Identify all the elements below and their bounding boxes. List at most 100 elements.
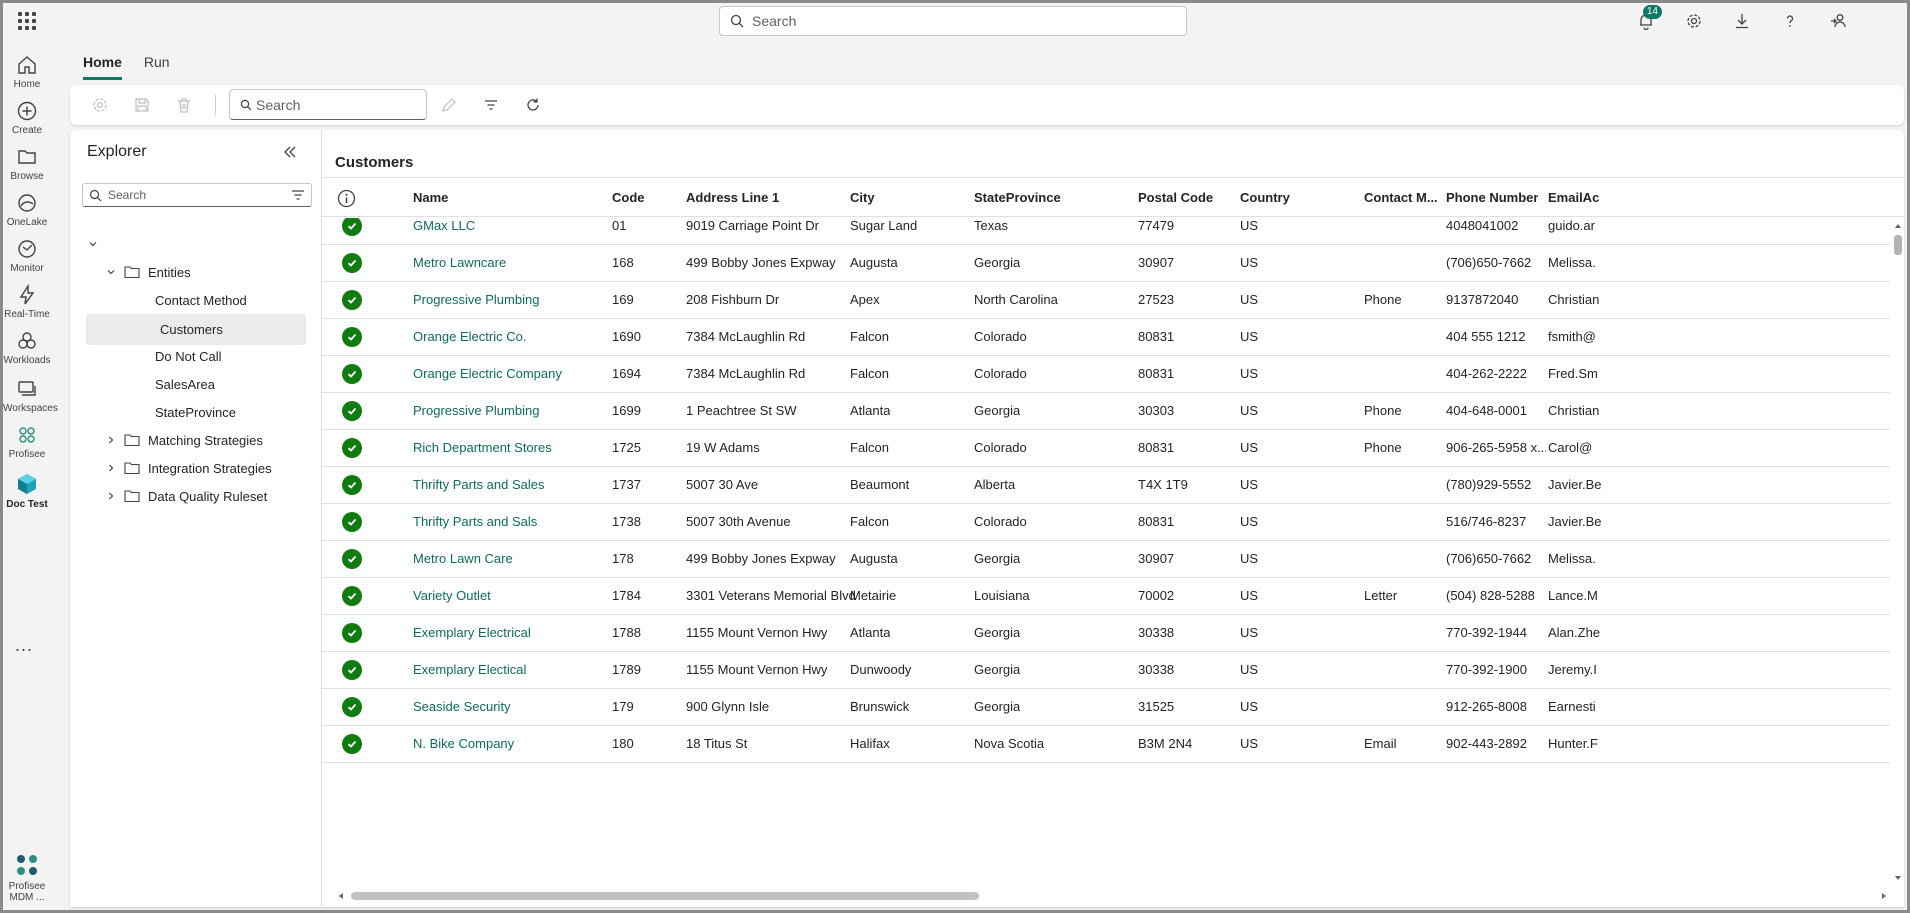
rail-item-workloads[interactable]: Workloads	[3, 330, 51, 366]
rail-item-home[interactable]: Home	[3, 54, 51, 90]
notifications-button[interactable]: 14	[1632, 5, 1662, 34]
download-button[interactable]	[1728, 8, 1756, 34]
save-button[interactable]	[131, 94, 153, 116]
cell-stateprovince: Nova Scotia	[974, 736, 1045, 751]
rail-item-profisee-mdm[interactable]: Profisee MDM ...	[3, 852, 51, 903]
cell-name[interactable]: Metro Lawncare	[413, 255, 506, 270]
column-header-address-line-1[interactable]: Address Line 1	[686, 190, 779, 205]
status-check-icon	[342, 475, 362, 495]
table-row[interactable]: Variety Outlet 1784 3301 Veterans Memorial…	[322, 578, 1890, 615]
refresh-button[interactable]	[522, 94, 544, 116]
cell-stateprovince: Colorado	[974, 329, 1027, 344]
tree-item-data-quality-ruleset[interactable]: Data Quality Ruleset	[82, 480, 310, 512]
settings-button[interactable]	[1680, 8, 1708, 34]
rail-item-monitor[interactable]: Monitor	[3, 238, 51, 274]
cell-address: 9019 Carriage Point Dr	[686, 218, 819, 233]
tree-item-contact-method[interactable]: Contact Method	[82, 284, 310, 316]
vertical-scrollbar[interactable]	[1892, 222, 1904, 882]
tab-home[interactable]: Home	[83, 54, 122, 80]
cell-postal-code: 30338	[1138, 625, 1175, 640]
table-row[interactable]: Orange Electric Company 1694 7384 McLaughl…	[322, 356, 1890, 393]
table-row[interactable]: Progressive Plumbing 169 208 Fishburn Dr Ap…	[322, 282, 1890, 319]
cell-phone: 4048041002	[1446, 218, 1519, 233]
scroll-right-icon	[1882, 893, 1886, 899]
cell-stateprovince: Colorado	[974, 440, 1027, 455]
share-feedback-button[interactable]	[1824, 8, 1852, 34]
toolbar	[70, 85, 1904, 125]
column-header-email-address[interactable]: EmailAc	[1548, 190, 1608, 205]
rail-item-onelake[interactable]: OneLake	[3, 192, 51, 228]
table-row[interactable]: Orange Electric Co. 1690 7384 McLaughlin R…	[322, 319, 1890, 356]
cell-name[interactable]: GMax LLC	[413, 218, 475, 233]
cell-name[interactable]: Orange Electric Co.	[413, 329, 526, 344]
column-header-phone-number[interactable]: Phone Number	[1446, 190, 1538, 205]
explorer-search-input[interactable]	[108, 188, 278, 202]
toolbar-search-box[interactable]	[229, 89, 427, 120]
cell-name[interactable]: Variety Outlet	[413, 588, 491, 603]
table-row[interactable]: Thrifty Parts and Sals 1738 5007 30th Aven…	[322, 504, 1890, 541]
horizontal-scrollbar[interactable]	[335, 888, 1891, 902]
app-launcher-icon[interactable]	[16, 10, 38, 32]
explorer-filter-button[interactable]	[291, 189, 305, 204]
cell-email: Hunter.F	[1548, 736, 1598, 751]
table-row[interactable]: Progressive Plumbing 1699 1 Peachtree St S…	[322, 393, 1890, 430]
tab-run[interactable]: Run	[144, 54, 170, 80]
rail-item-doc-test[interactable]: Doc Test	[3, 472, 51, 510]
table-row[interactable]: GMax LLC 01 9019 Carriage Point Dr Sugar La…	[322, 218, 1890, 245]
cell-country: US	[1240, 699, 1259, 714]
cell-name[interactable]: Exemplary Electrical	[413, 625, 531, 640]
cell-name[interactable]: Exemplary Electical	[413, 662, 526, 677]
cell-name[interactable]: Progressive Plumbing	[413, 292, 539, 307]
column-header-city[interactable]: City	[850, 190, 875, 205]
column-header-contact-method[interactable]: Contact M...	[1364, 190, 1438, 205]
rail-item-profisee[interactable]: Profisee	[3, 424, 51, 460]
rail-item-real-time[interactable]: Real-Time	[3, 284, 51, 320]
table-row[interactable]: N. Bike Company 180 18 Titus St Halifax Nova…	[322, 726, 1890, 763]
cell-name[interactable]: N. Bike Company	[413, 736, 514, 751]
column-header-postal-code[interactable]: Postal Code	[1138, 190, 1213, 205]
table-row[interactable]: Seaside Security 179 900 Glynn Isle Brunswi…	[322, 689, 1890, 726]
cell-name[interactable]: Rich Department Stores	[413, 440, 552, 455]
cell-city: Augusta	[850, 255, 898, 270]
global-search-input[interactable]	[752, 13, 1152, 29]
delete-button[interactable]	[173, 94, 195, 116]
cell-name[interactable]: Thrifty Parts and Sals	[413, 514, 537, 529]
info-icon[interactable]	[337, 189, 356, 211]
table-row[interactable]: Rich Department Stores 1725 19 W Adams Falc…	[322, 430, 1890, 467]
cell-name[interactable]: Thrifty Parts and Sales	[413, 477, 545, 492]
explorer-search-box[interactable]	[82, 183, 312, 207]
cell-city: Dunwoody	[850, 662, 912, 677]
toolbar-search-input[interactable]	[256, 96, 416, 113]
horizontal-scroll-thumb[interactable]	[351, 892, 979, 900]
filter-button[interactable]	[480, 94, 502, 116]
column-header-name[interactable]: Name	[413, 190, 448, 205]
filter-icon	[292, 190, 304, 200]
collapse-explorer-button[interactable]	[282, 144, 298, 163]
cell-name[interactable]: Orange Electric Company	[413, 366, 562, 381]
more-icon[interactable]: ...	[15, 635, 33, 656]
global-search-box[interactable]	[719, 6, 1187, 36]
rail-item-browse[interactable]: Browse	[3, 146, 51, 182]
table-row[interactable]: Metro Lawn Care 178 499 Bobby Jones Expway…	[322, 541, 1890, 578]
rail-item-workspaces[interactable]: Workspaces	[3, 378, 58, 414]
column-header-stateprovince[interactable]: StateProvince	[974, 190, 1061, 205]
table-row[interactable]: Thrifty Parts and Sales 1737 5007 30 Ave Be…	[322, 467, 1890, 504]
cell-name[interactable]: Progressive Plumbing	[413, 403, 539, 418]
column-header-country[interactable]: Country	[1240, 190, 1290, 205]
rail-label: Profisee	[8, 881, 46, 892]
edit-button[interactable]	[438, 94, 460, 116]
settings-toolbar-button[interactable]	[89, 94, 111, 116]
table-row[interactable]: Exemplary Electical 1789 1155 Mount Vernon…	[322, 652, 1890, 689]
help-button[interactable]	[1776, 8, 1804, 34]
vertical-scroll-thumb[interactable]	[1894, 235, 1902, 255]
folder-icon	[124, 489, 140, 503]
rail-item-create[interactable]: Create	[3, 100, 51, 136]
cell-name[interactable]: Metro Lawn Care	[413, 551, 513, 566]
column-header-code[interactable]: Code	[612, 190, 645, 205]
table-row[interactable]: Metro Lawncare 168 499 Bobby Jones Expway A…	[322, 245, 1890, 282]
cell-country: US	[1240, 662, 1259, 677]
cell-code: 180	[612, 736, 634, 751]
cell-stateprovince: Colorado	[974, 514, 1027, 529]
cell-name[interactable]: Seaside Security	[413, 699, 511, 714]
table-row[interactable]: Exemplary Electrical 1788 1155 Mount Verno…	[322, 615, 1890, 652]
